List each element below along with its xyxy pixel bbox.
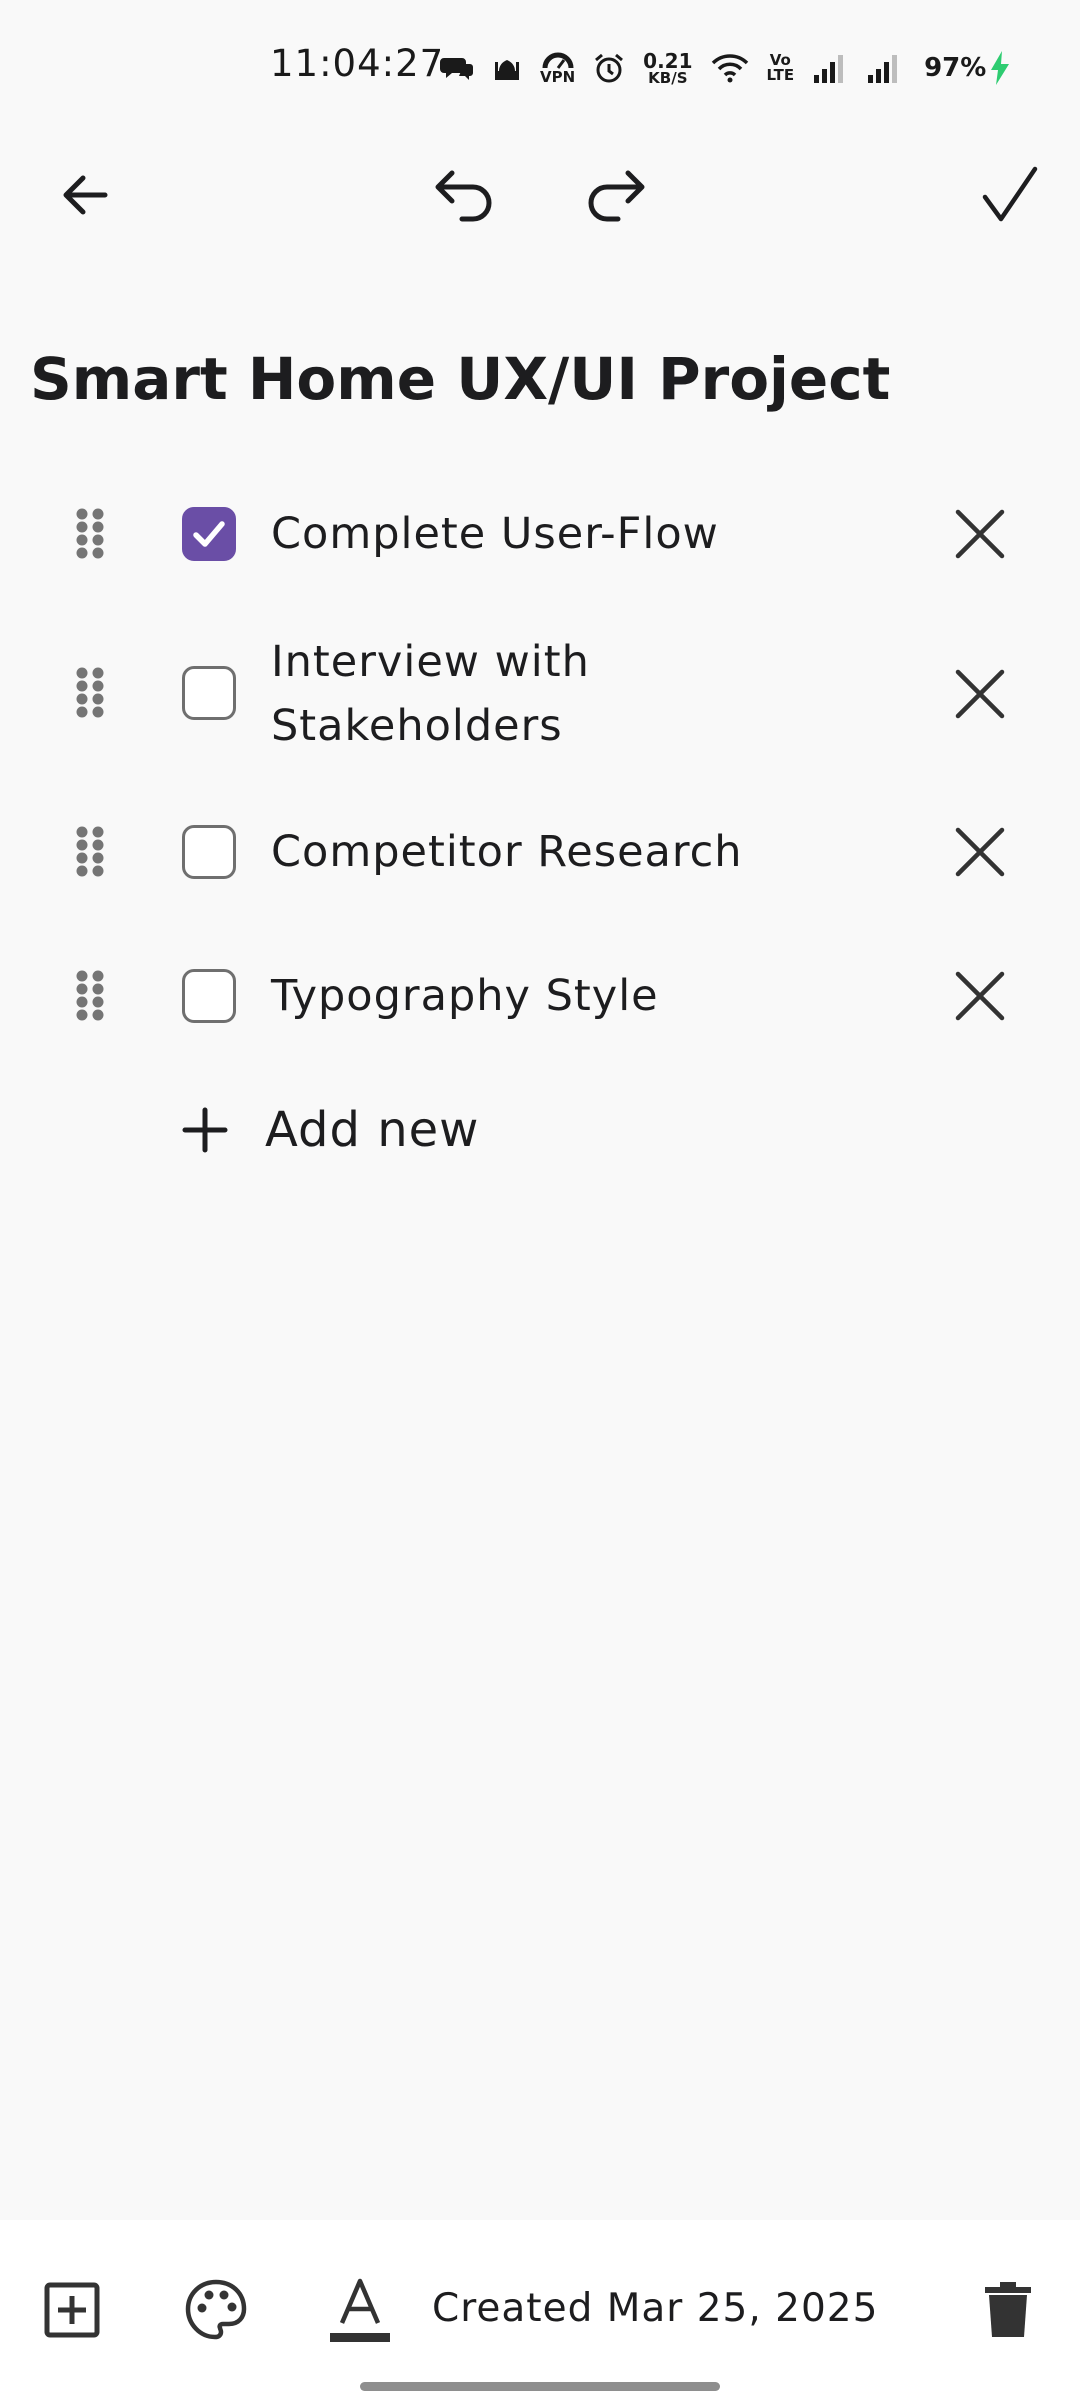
item-label[interactable]: Interview with Stakeholders	[271, 630, 691, 758]
remove-item-button[interactable]	[945, 659, 1015, 729]
checklist-item: Typography Style	[0, 964, 1080, 1028]
item-label[interactable]: Complete User-Flow	[271, 502, 791, 566]
check-icon	[982, 166, 1038, 222]
add-new-item-button[interactable]: Add new	[175, 1090, 479, 1170]
drag-handle-icon[interactable]	[72, 504, 108, 564]
done-button[interactable]	[965, 150, 1055, 240]
remove-item-button[interactable]	[945, 961, 1015, 1031]
item-checkbox[interactable]	[182, 969, 236, 1023]
add-new-label: Add new	[265, 1102, 480, 1158]
drag-handle-icon[interactable]	[72, 663, 108, 723]
note-title[interactable]: Smart Home UX/UI Project	[30, 345, 890, 413]
palette-icon	[185, 2279, 247, 2340]
item-checkbox[interactable]	[182, 666, 236, 720]
add-box-icon	[44, 2282, 100, 2338]
alarm-icon	[593, 52, 625, 84]
arrow-left-icon	[63, 175, 108, 215]
item-checkbox[interactable]	[182, 825, 236, 879]
wifi-icon	[711, 53, 749, 83]
status-icons: VPN 0.21 KB/S Vo LTE 97%	[440, 48, 1028, 88]
signal-icon	[866, 53, 902, 83]
checkmark-icon	[193, 521, 225, 547]
drag-handle-icon[interactable]	[72, 966, 108, 1026]
color-button[interactable]	[176, 2270, 256, 2350]
signal-icon	[812, 53, 848, 83]
close-icon	[955, 827, 1005, 877]
trash-icon	[985, 2282, 1031, 2337]
created-date: Created Mar 25, 2025	[432, 2286, 879, 2331]
undo-icon	[435, 170, 492, 222]
bottom-bar: Created Mar 25, 2025	[0, 2220, 1080, 2400]
close-icon	[955, 669, 1005, 719]
item-checkbox[interactable]	[182, 507, 236, 561]
text-format-button[interactable]	[320, 2270, 400, 2350]
remove-item-button[interactable]	[945, 499, 1015, 569]
back-button[interactable]	[40, 150, 130, 240]
checklist-item: Competitor Research	[0, 820, 1080, 884]
redo-icon	[588, 170, 645, 222]
net-speed: 0.21 KB/S	[643, 48, 693, 87]
home-indicator[interactable]	[360, 2382, 720, 2391]
delete-note-button[interactable]	[968, 2270, 1048, 2350]
close-icon	[955, 509, 1005, 559]
editor-toolbar	[0, 150, 1080, 240]
volte-icon: Vo LTE	[766, 51, 795, 84]
plus-icon	[175, 1100, 235, 1160]
chat-bubble-icon	[440, 54, 474, 82]
add-content-button[interactable]	[32, 2270, 112, 2350]
redo-button[interactable]	[570, 150, 660, 240]
battery-level: 97%	[924, 53, 987, 83]
drag-handle-icon[interactable]	[72, 822, 108, 882]
status-bar: 11:04:27 VPN 0.21 KB/S Vo LTE 97%	[0, 0, 1080, 130]
remove-item-button[interactable]	[945, 817, 1015, 887]
vpn-icon: VPN	[540, 52, 575, 85]
checklist-item: Complete User-Flow	[0, 502, 1080, 566]
close-icon	[955, 971, 1005, 1021]
checklist-item: Interview with Stakeholders	[0, 630, 1080, 758]
mosque-icon	[492, 54, 522, 82]
item-label[interactable]: Competitor Research	[271, 820, 791, 884]
undo-button[interactable]	[420, 150, 510, 240]
status-time: 11:04:27	[270, 42, 445, 85]
charging-icon	[990, 51, 1010, 85]
item-label[interactable]: Typography Style	[271, 964, 791, 1028]
text-format-icon	[330, 2278, 390, 2342]
